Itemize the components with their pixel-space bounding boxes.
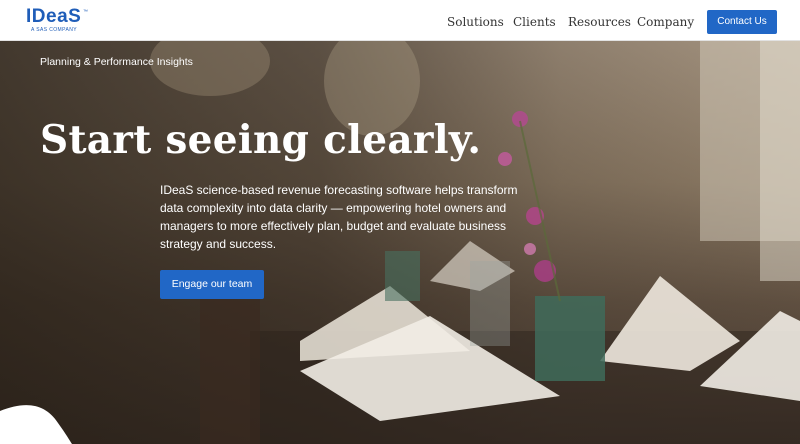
hero-eyebrow: Planning & Performance Insights [40,56,193,68]
contact-us-button[interactable]: Contact Us [707,10,777,34]
hero-description: IDeaS science-based revenue forecasting … [160,183,518,251]
nav-clients[interactable]: Clients [513,15,556,29]
decorative-curve [0,405,72,444]
logo-wordmark: IDeaS [26,6,82,27]
hero-title: Start seeing clearly. [40,117,482,163]
logo-subtext: A SAS COMPANY [31,27,77,33]
nav-company[interactable]: Company [637,15,694,29]
site-header: IDeaS ™ A SAS COMPANY Solutions Clients … [0,0,800,41]
engage-team-button[interactable]: Engage our team [160,270,264,299]
hero-section: Planning & Performance Insights Start se… [0,41,800,444]
nav-solutions[interactable]: Solutions [447,15,504,29]
trademark-symbol: ™ [83,9,88,15]
ideas-logo[interactable]: IDeaS ™ A SAS COMPANY [26,7,96,35]
nav-resources[interactable]: Resources [568,15,631,29]
